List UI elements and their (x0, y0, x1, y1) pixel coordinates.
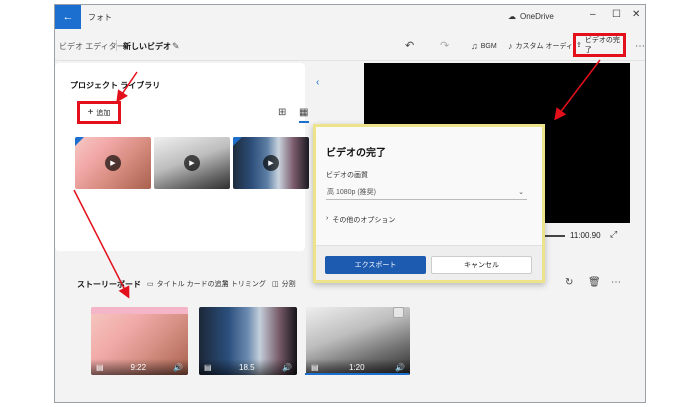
rotate-icon[interactable]: ↻ (565, 277, 573, 288)
editor-toolbar: ビデオ エディター 新しいビデオ ✎ ↶ ↷ ♫ BGM ♪ カスタム オーディ… (55, 31, 645, 61)
added-marker (233, 137, 242, 146)
breadcrumb-project-name[interactable]: 新しいビデオ (123, 41, 171, 52)
more-options-label: その他のオプション (332, 217, 396, 224)
fullscreen-icon[interactable]: ⤢ (610, 229, 617, 240)
storyboard-more-icon[interactable]: ⋯ (611, 277, 621, 288)
playback-track[interactable] (545, 235, 565, 237)
view-selected-indicator (299, 121, 309, 123)
breadcrumb-separator (116, 40, 117, 51)
play-icon: ▶ (263, 155, 279, 171)
split-icon: ◫ (272, 281, 279, 288)
back-arrow-icon: ← (62, 11, 74, 23)
dialog-title: ビデオの完了 (326, 148, 386, 159)
storyboard-clip[interactable]: ▤ 9:22 🔊 (91, 307, 188, 375)
trim-button[interactable]: ⧖ トリミング (223, 279, 266, 289)
add-label: 追加 (96, 109, 111, 117)
export-label: エクスポート (354, 262, 397, 269)
cancel-button[interactable]: キャンセル (431, 256, 532, 274)
large-grid-icon[interactable]: ⊞ (278, 107, 286, 118)
split-label: 分割 (281, 281, 296, 288)
audio-person-icon: ♪ (508, 41, 513, 51)
speaker-icon: 🔊 (395, 362, 405, 372)
clip-duration: 1:20 (349, 362, 365, 372)
chevron-down-icon: ⌄ (518, 188, 524, 196)
minimize-button[interactable]: – (590, 9, 596, 20)
library-thumbnail[interactable]: ▶ (154, 137, 230, 189)
film-icon: ▤ (204, 362, 212, 372)
maximize-button[interactable]: ☐ (612, 9, 621, 20)
finish-video-button[interactable]: ⇪ ビデオの完了 (573, 33, 626, 57)
play-icon: ▶ (184, 155, 200, 171)
speaker-icon: 🔊 (282, 362, 292, 372)
clip-info: ▤ 9:22 🔊 (91, 359, 188, 375)
cancel-label: キャンセル (464, 262, 499, 269)
video-quality-select[interactable]: 高 1080p (推奨) ⌄ (326, 184, 527, 200)
app-title: フォト (88, 13, 112, 22)
undo-icon[interactable]: ↶ (405, 39, 414, 52)
delete-icon[interactable]: 🗑 (588, 277, 601, 288)
custom-audio-label: カスタム オーディオ (515, 43, 580, 50)
redo-icon[interactable]: ↷ (440, 39, 449, 52)
collapse-chevron-icon[interactable]: ‹ (316, 77, 319, 88)
add-title-card-label: タイトル カードの追加 (156, 281, 229, 288)
music-note-icon: ♫ (471, 41, 478, 51)
video-quality-label: ビデオの画質 (326, 172, 368, 179)
clip-duration: 18.5 (239, 362, 255, 372)
more-options-toggle[interactable]: › その他のオプション (326, 215, 395, 225)
clip-select-checkbox[interactable] (393, 307, 404, 318)
breadcrumb-video-editor[interactable]: ビデオ エディター (59, 41, 125, 52)
clip-duration: 9:22 (130, 362, 147, 372)
trim-label: トリミング (230, 281, 266, 288)
onedrive-label: OneDrive (520, 12, 554, 21)
custom-audio-button[interactable]: ♪ カスタム オーディオ (508, 41, 580, 51)
clip-title-band (91, 307, 188, 314)
trim-icon: ⧖ (223, 280, 228, 287)
export-share-icon: ⇪ (576, 42, 582, 49)
finish-video-dialog: ビデオの完了 ビデオの画質 高 1080p (推奨) ⌄ › その他のオプション… (313, 124, 545, 283)
storyboard-clip[interactable]: ▤ 18.5 🔊 (199, 307, 297, 375)
added-marker (75, 137, 84, 146)
storyboard-title: ストーリーボード (77, 280, 141, 289)
bgm-label: BGM (480, 42, 497, 50)
plus-icon: + (87, 107, 94, 118)
finish-video-label: ビデオの完了 (584, 37, 620, 54)
bgm-button[interactable]: ♫ BGM (471, 41, 497, 51)
more-options-icon[interactable]: ⋯ (635, 41, 645, 52)
chevron-right-icon: › (326, 215, 329, 222)
speaker-icon: 🔊 (173, 362, 183, 372)
film-icon: ▤ (311, 362, 319, 372)
title-card-icon: ▭ (147, 281, 154, 288)
add-media-button[interactable]: + 追加 (77, 101, 121, 124)
small-grid-icon[interactable]: ▦ (299, 107, 308, 118)
onedrive-status[interactable]: ☁ OneDrive (508, 12, 554, 21)
add-title-card-button[interactable]: ▭ タイトル カードの追加 (147, 279, 229, 289)
play-icon: ▶ (105, 155, 121, 171)
film-icon: ▤ (96, 362, 104, 372)
project-library-title: プロジェクト ライブラリ (70, 81, 161, 90)
rename-pencil-icon[interactable]: ✎ (172, 41, 180, 52)
video-quality-value: 高 1080p (推奨) (327, 188, 377, 196)
clip-info: ▤ 18.5 🔊 (199, 359, 297, 375)
total-time: 11:00.90 (570, 231, 601, 240)
selected-clip-indicator (305, 373, 409, 375)
title-bar: ← フォト ☁ OneDrive – ☐ ✕ (55, 5, 645, 29)
split-button[interactable]: ◫ 分割 (272, 279, 296, 289)
close-button[interactable]: ✕ (632, 9, 640, 20)
back-button[interactable]: ← (55, 5, 81, 29)
library-thumbnail[interactable]: ▶ (233, 137, 309, 189)
cloud-icon: ☁ (508, 12, 516, 21)
export-button[interactable]: エクスポート (325, 256, 426, 274)
library-thumbnail[interactable]: ▶ (75, 137, 151, 189)
